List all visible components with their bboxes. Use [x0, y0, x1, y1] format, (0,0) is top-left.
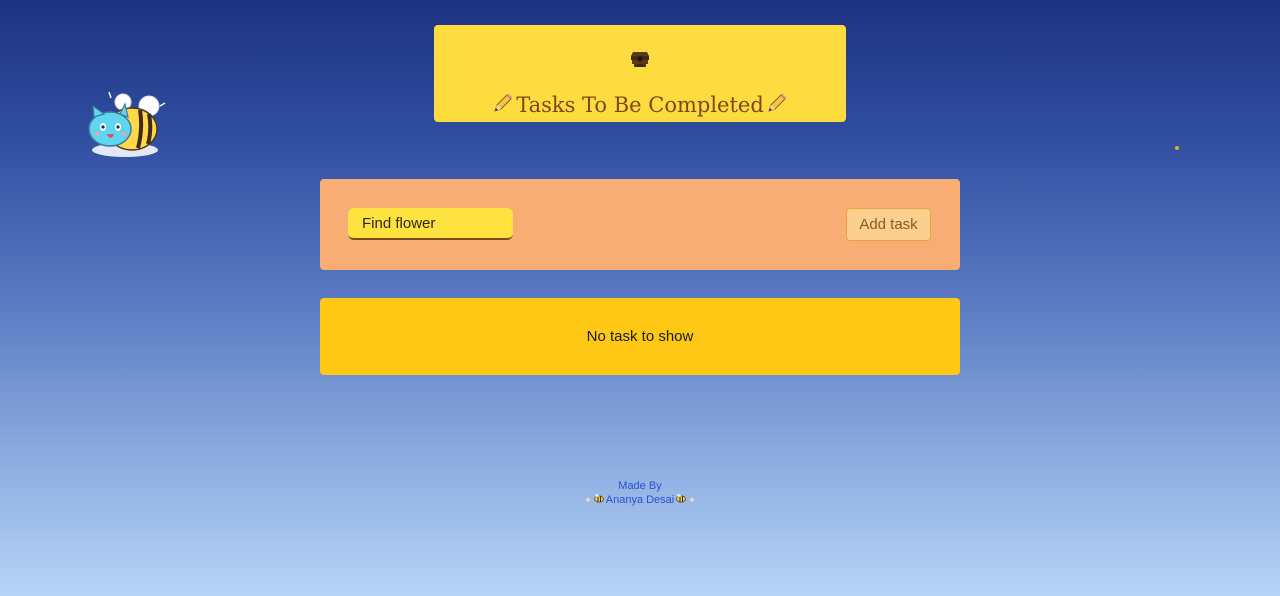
task-input[interactable]: [348, 208, 513, 240]
pencil-icon: [766, 92, 788, 118]
bee-icon: [593, 493, 605, 507]
sparkle-icon: ✦: [688, 495, 696, 505]
bee-icon: [675, 493, 687, 507]
page-title-row: Tasks To Be Completed: [434, 92, 846, 118]
footer: Made By ✦ Ananya Desai ✦: [540, 479, 740, 507]
author-row: ✦ Ananya Desai ✦: [540, 493, 740, 507]
beehive-icon: [434, 47, 846, 69]
sparkle-dot: [1175, 146, 1179, 150]
add-task-form: Add task: [320, 179, 960, 270]
sparkle-icon: ✦: [584, 495, 592, 505]
header-card: Tasks To Be Completed: [434, 25, 846, 122]
pencil-icon: [492, 92, 514, 118]
task-list: No task to show: [320, 298, 960, 375]
made-by-label: Made By: [618, 480, 662, 492]
page-title: Tasks To Be Completed: [516, 93, 764, 117]
add-task-button[interactable]: Add task: [846, 208, 931, 241]
cat-bee-mascot-icon: [80, 86, 170, 162]
author-name: Ananya Desai: [605, 494, 675, 506]
empty-state-message: No task to show: [586, 328, 694, 345]
